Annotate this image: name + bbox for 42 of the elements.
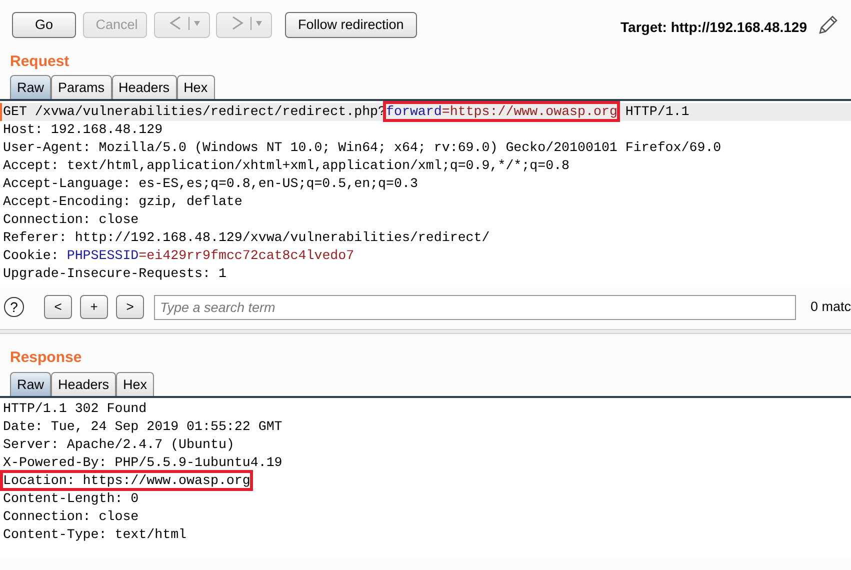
tab[interactable]: Headers [112,75,177,100]
code-text: Host: 192.168.48.129 [3,122,163,138]
code-text: X-Powered-By: PHP/5.5.9-1ubuntu4.19 [3,454,282,470]
code-text: Accept-Language: es-ES,es;q=0.8,en-US;q=0.5,en;q=0.3 [3,176,418,192]
match-count: 0 matc [810,298,851,316]
request-title: Request [9,52,70,72]
target-label: Target: http://192.168.48.129 [620,18,807,37]
tab[interactable]: Raw [10,372,52,396]
code-text: Connection: close [3,212,139,228]
parameter-value: =https://www.owasp.org [442,104,618,120]
tab[interactable]: Hex [176,75,215,100]
code-text: Accept-Encoding: gzip, deflate [3,194,242,210]
follow-redirection-button[interactable]: Follow redirection [285,12,417,38]
code-text: Accept: text/html,application/xhtml+xml,application/xml;q=0.9,*/*;q=0.8 [3,158,570,174]
code-text: Server: Apache/2.4.7 (Ubuntu) [3,436,234,452]
tab[interactable]: Raw [10,75,52,100]
go-button[interactable]: Go [12,12,76,38]
code-text: User-Agent: Mozilla/5.0 (Windows NT 10.0; Win64; x64; rv:69.0) Gecko/20100101 Firefox/69.0 [3,140,722,156]
next-match-button[interactable]: > [116,295,144,320]
tab[interactable]: Headers [51,372,116,396]
parameter-value: =ei429rr9fmcc72cat8c4lvedo7 [138,248,354,264]
code-text: Date: Tue, 24 Sep 2019 01:55:22 GMT [3,418,282,434]
code-text: Connection: close [3,508,139,524]
pencil-icon[interactable] [817,14,839,36]
code-text: Referer: http://192.168.48.129/xvwa/vulnerabilities/redirect/ [3,230,490,246]
previous-match-button[interactable]: < [44,295,72,320]
search-field[interactable]: Type a search term [154,294,796,320]
code-text: HTTP/1.1 [624,104,690,120]
parameter-name: PHPSESSID [66,248,139,264]
code-text: Location: https://www.owasp.org [3,472,250,488]
tab[interactable]: Hex [116,372,154,396]
response-title: Response [9,348,83,368]
code-text: GET /xvwa/vulnerabilities/redirect/redirect.php? [3,104,386,120]
tab[interactable]: Params [51,75,112,100]
code-text: Cookie: [3,248,60,264]
code-text: Content-Type: text/html [3,526,187,542]
add-button[interactable]: + [80,295,108,320]
code-text: Content-Length: 0 [3,490,139,506]
help-button[interactable]: ? [4,297,24,318]
code-text: Upgrade-Insecure-Requests: 1 [3,266,226,282]
parameter-name: forward [386,104,442,120]
code-text: HTTP/1.1 302 Found [3,400,147,416]
